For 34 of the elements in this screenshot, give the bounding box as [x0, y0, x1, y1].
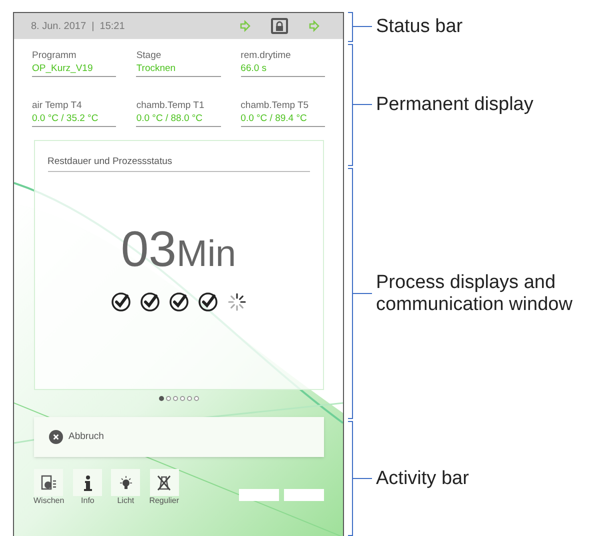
field-label: air Temp T4: [32, 98, 83, 112]
time-unit: Min: [176, 235, 236, 272]
field-label: Programm: [32, 49, 78, 62]
field-value: 66.0 s: [240, 62, 325, 77]
field-value: 0.0 °C / 35.2 °C: [32, 112, 116, 126]
cancel-button[interactable]: Abbruch: [34, 417, 324, 457]
field-value: 0.0 °C / 89.4 °C: [240, 112, 325, 126]
hand-wipe-icon: [40, 474, 57, 490]
arrow-right-icon[interactable]: [239, 20, 251, 32]
field-value: 0.0 °C / 88.0 °C: [136, 112, 221, 126]
annotation-label: Status bar: [376, 16, 464, 38]
field-label: rem.drytime: [240, 49, 292, 62]
leader-line: [353, 26, 372, 28]
field-label: chamb.Temp T5: [240, 98, 310, 112]
close-icon: [48, 430, 62, 444]
light-bulb-icon: [118, 474, 134, 490]
crossed-lamp-icon: [156, 474, 172, 490]
annotation-label: Activity bar: [376, 468, 470, 490]
info-icon: [82, 474, 93, 490]
date-time: 8. Jun. 2017 | 15:21: [31, 20, 125, 34]
lock-icon[interactable]: [271, 18, 288, 34]
leader-line: [353, 104, 372, 106]
leader-line: [353, 293, 372, 294]
annotation-label: Permanent display: [376, 94, 534, 116]
field-value: OP_Kurz_V19: [32, 62, 116, 77]
remaining-time: 03: [120, 224, 176, 274]
field-value: Trocknen: [136, 62, 221, 77]
arrow-right-icon[interactable]: [308, 20, 320, 32]
field-label: Stage: [136, 49, 162, 62]
leader-line: [353, 478, 372, 480]
card-title: Restdauer und Prozessstatus: [48, 155, 310, 172]
annotation-label: Process displays and communication window: [376, 272, 574, 316]
bracket: [348, 12, 353, 42]
field-label: chamb.Temp T1: [136, 98, 206, 112]
